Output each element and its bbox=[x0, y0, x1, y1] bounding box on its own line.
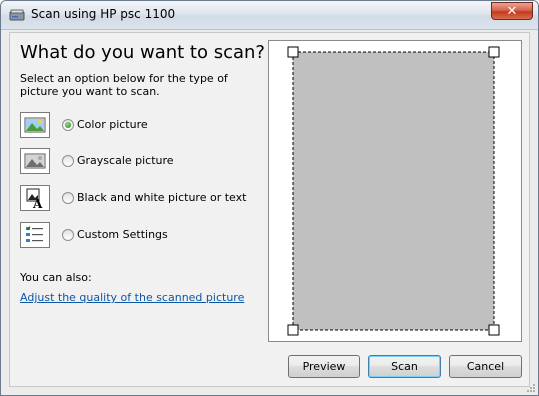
resize-handle[interactable] bbox=[287, 46, 299, 58]
resize-handle[interactable] bbox=[488, 324, 500, 336]
option-grayscale-picture[interactable]: Grayscale picture bbox=[20, 148, 260, 174]
grayscale-picture-icon bbox=[20, 148, 50, 174]
option-label: Custom Settings bbox=[77, 228, 168, 241]
resize-handle[interactable] bbox=[287, 324, 299, 336]
svg-text:A: A bbox=[32, 197, 43, 210]
dialog-content: What do you want to scan? Select an opti… bbox=[9, 32, 530, 387]
scan-preview-area bbox=[268, 40, 522, 342]
you-can-also-label: You can also: bbox=[20, 271, 92, 284]
page-title: What do you want to scan? bbox=[20, 42, 265, 63]
scanner-icon bbox=[9, 9, 25, 21]
custom-settings-radio[interactable] bbox=[62, 229, 74, 241]
scan-button[interactable]: Scan bbox=[368, 355, 441, 378]
scan-dialog-window: Scan using HP psc 1100 ✕ What do you wan… bbox=[0, 0, 539, 396]
color-picture-icon bbox=[20, 112, 50, 138]
option-label: Black and white picture or text bbox=[77, 191, 247, 204]
option-color-picture[interactable]: Color picture bbox=[20, 112, 260, 138]
adjust-quality-link[interactable]: Adjust the quality of the scanned pictur… bbox=[20, 291, 244, 304]
option-bw-picture-or-text[interactable]: A Black and white picture or text bbox=[20, 185, 260, 211]
custom-settings-icon bbox=[20, 222, 50, 248]
instructions-text: Select an option below for the type of p… bbox=[20, 72, 228, 98]
color-picture-radio[interactable] bbox=[62, 119, 74, 131]
title-bar[interactable]: Scan using HP psc 1100 ✕ bbox=[1, 1, 538, 30]
close-icon: ✕ bbox=[506, 3, 518, 19]
resize-grip-icon[interactable] bbox=[526, 383, 536, 393]
option-custom-settings[interactable]: Custom Settings bbox=[20, 222, 260, 248]
close-button[interactable]: ✕ bbox=[491, 2, 533, 20]
grayscale-picture-radio[interactable] bbox=[62, 155, 74, 167]
resize-handle[interactable] bbox=[488, 46, 500, 58]
option-label: Grayscale picture bbox=[77, 154, 174, 167]
preview-button[interactable]: Preview bbox=[288, 355, 360, 378]
bw-picture-radio[interactable] bbox=[62, 192, 74, 204]
bw-text-icon: A bbox=[20, 185, 50, 211]
option-label: Color picture bbox=[77, 118, 148, 131]
window-title: Scan using HP psc 1100 bbox=[31, 7, 176, 21]
scan-region-selector[interactable] bbox=[287, 46, 500, 336]
cancel-button[interactable]: Cancel bbox=[449, 355, 522, 378]
